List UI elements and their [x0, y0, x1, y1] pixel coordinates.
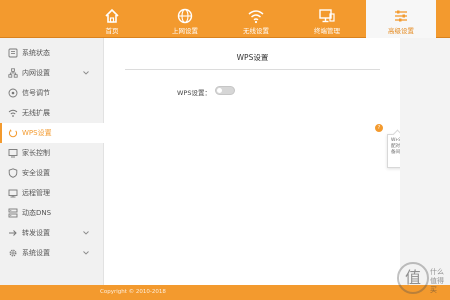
extend-icon — [8, 109, 18, 117]
sidebar-item-lan-settings[interactable]: 内网设置 — [0, 63, 104, 83]
signal-icon — [8, 88, 18, 98]
sidebar-item-label: 系统设置 — [22, 249, 50, 257]
sidebar-item-security[interactable]: 安全设置 — [0, 163, 104, 183]
main-content: WPS设置 WPS设置： ? WPS功能可以通过按键配对方式，快速进行设备间的无… — [105, 38, 443, 285]
network-icon — [8, 68, 18, 78]
sidebar-item-label: 家长控制 — [22, 149, 50, 157]
help-icon[interactable]: ? — [375, 124, 383, 132]
nav-wireless-label: 无线设置 — [243, 27, 269, 35]
chevron-down-icon — [83, 251, 89, 255]
nav-device-label: 终端管理 — [314, 27, 340, 35]
sidebar-item-label: 动态DNS — [22, 209, 52, 217]
nav-home-label: 首页 — [105, 27, 119, 35]
shield-icon — [8, 168, 18, 178]
nav-advanced-settings[interactable]: 高级设置 — [366, 0, 436, 38]
watermark-logo: 值 — [397, 262, 429, 294]
sidebar-item-signal[interactable]: 信号调节 — [0, 83, 104, 103]
sidebar-item-system-status[interactable]: 系统状态 — [0, 43, 104, 63]
forward-icon — [9, 230, 17, 236]
watermark-text: 什么值得买 — [430, 268, 444, 294]
sidebar-item-label: 内网设置 — [22, 69, 50, 77]
wps-icon — [8, 129, 18, 138]
footer-text: Copyright © 2010-2018 — [100, 289, 166, 295]
globe-icon — [177, 8, 193, 24]
nav-home[interactable]: 首页 — [80, 0, 144, 38]
sliders-icon — [395, 10, 407, 22]
nav-internet-label: 上网设置 — [172, 27, 198, 35]
sidebar-item-label: WPS设置 — [22, 129, 52, 137]
list-icon — [8, 48, 18, 58]
sidebar-item-label: 系统状态 — [22, 49, 50, 57]
sidebar-item-label: 信号调节 — [22, 89, 50, 97]
nav-wireless-settings[interactable]: 无线设置 — [224, 0, 288, 38]
sidebar: 系统状态 内网设置 信号调节 无线扩展 WPS设置 家长控制 安全设置 远程管理… — [0, 38, 104, 285]
nav-device-management[interactable]: 终端管理 — [295, 0, 359, 38]
sidebar-item-label: 转发设置 — [22, 229, 50, 237]
sidebar-item-system-settings[interactable]: 系统设置 — [0, 243, 104, 263]
sidebar-item-forwarding[interactable]: 转发设置 — [0, 223, 104, 243]
nav-internet-settings[interactable]: 上网设置 — [153, 0, 217, 38]
remote-icon — [8, 189, 18, 198]
dns-icon — [8, 208, 18, 218]
chevron-down-icon — [83, 71, 89, 75]
sidebar-item-wireless-extend[interactable]: 无线扩展 — [0, 103, 104, 123]
sidebar-item-label: 无线扩展 — [22, 109, 50, 117]
sidebar-item-label: 安全设置 — [22, 169, 50, 177]
wps-toggle[interactable] — [215, 86, 235, 95]
top-nav-bar: 首页 上网设置 无线设置 终端管理 高级设置 — [0, 0, 450, 38]
sidebar-item-parental-control[interactable]: 家长控制 — [0, 143, 104, 163]
footer-bar: Copyright © 2010-2018 — [0, 285, 450, 300]
nav-advanced-label: 高级设置 — [388, 27, 414, 35]
monitor-icon — [319, 9, 335, 23]
sidebar-item-wps[interactable]: WPS设置 — [0, 123, 104, 143]
home-icon — [105, 8, 119, 23]
sidebar-item-label: 远程管理 — [22, 189, 50, 197]
parent-control-icon — [8, 149, 18, 158]
toggle-knob — [217, 88, 222, 93]
gear-icon — [9, 249, 17, 257]
title-divider — [125, 69, 380, 70]
wifi-icon — [248, 10, 264, 24]
sidebar-item-ddns[interactable]: 动态DNS — [0, 203, 104, 223]
page-title: WPS设置 — [236, 53, 269, 62]
page-background — [400, 38, 450, 285]
wps-setting-label: WPS设置： — [177, 89, 211, 97]
sidebar-item-remote-management[interactable]: 远程管理 — [0, 183, 104, 203]
chevron-down-icon — [83, 231, 89, 235]
